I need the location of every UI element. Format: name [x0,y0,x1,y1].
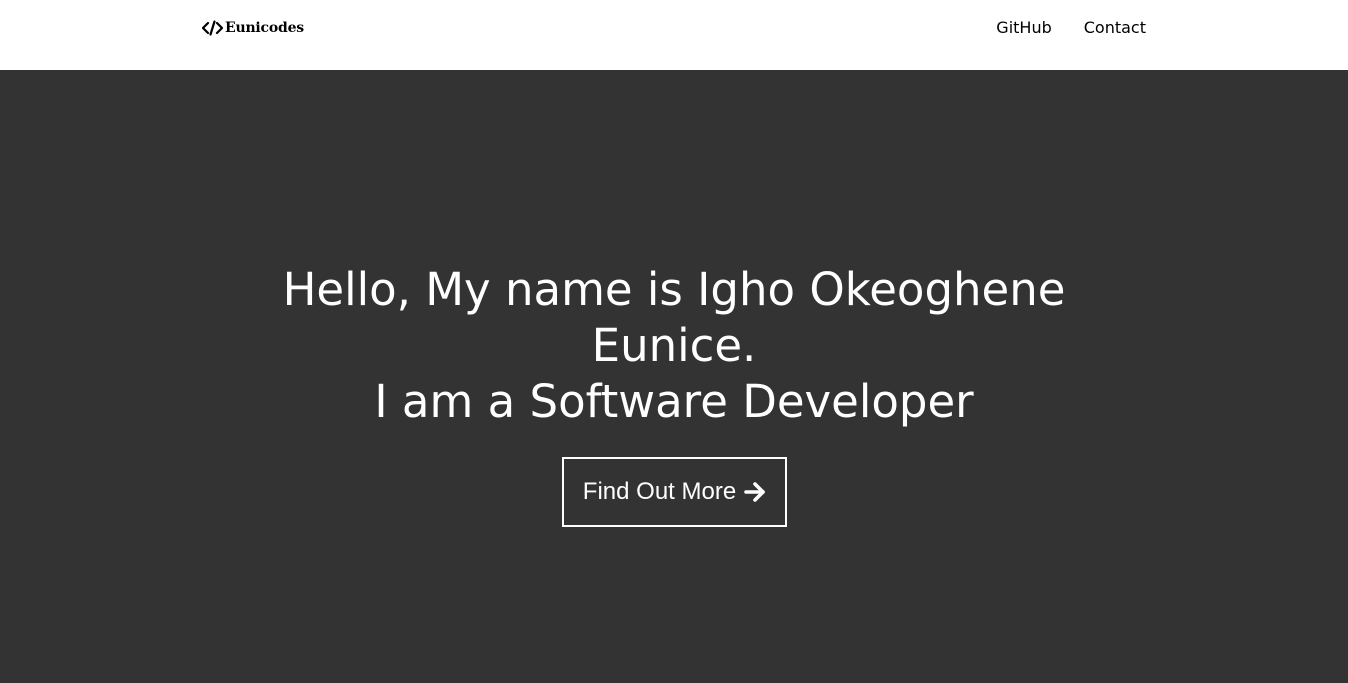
find-out-more-label: Find Out More [582,478,737,505]
brand-logo-link[interactable]: Eunicodes [202,18,304,38]
code-icon [202,20,223,36]
nav-link-github[interactable]: GitHub [996,18,1051,38]
hero-heading: Hello, My name is Igho Okeoghene Eunice.… [0,262,1348,430]
find-out-more-button[interactable]: Find Out More [562,457,787,527]
navbar: Eunicodes GitHub Contact [0,0,1348,70]
brand-name: Eunicodes [225,20,304,36]
nav-link-contact[interactable]: Contact [1084,18,1146,38]
arrow-right-icon [744,481,766,503]
nav-links: GitHub Contact [996,0,1146,56]
hero-section: Hello, My name is Igho Okeoghene Eunice.… [0,70,1348,683]
hero-role-line: I am a Software Developer [374,375,974,428]
hero-intro-line: Hello, My name is Igho Okeoghene Eunice. [282,263,1066,372]
